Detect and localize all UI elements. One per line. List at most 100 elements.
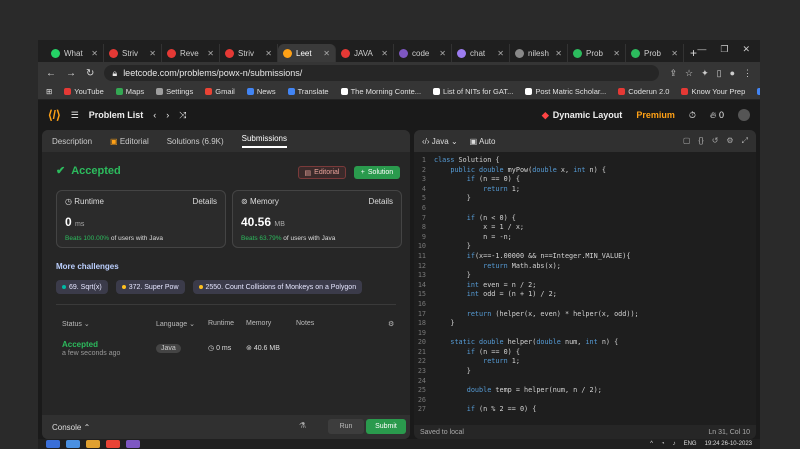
bookmark-item[interactable]: YouTube bbox=[64, 87, 104, 96]
close-tab-icon[interactable]: ✕ bbox=[439, 49, 446, 58]
runtime-card[interactable]: ◷ Runtime Details 0 ms Beats 100.00% of … bbox=[56, 190, 226, 248]
browser-tab[interactable]: Prob ✕ bbox=[626, 44, 684, 62]
reset-icon[interactable]: ↺ bbox=[712, 136, 719, 146]
taskbar-app-icon[interactable] bbox=[86, 440, 100, 448]
maximize-icon[interactable]: ❐ bbox=[720, 44, 728, 55]
close-tab-icon[interactable]: ✕ bbox=[149, 49, 156, 58]
close-tab-icon[interactable]: ✕ bbox=[613, 49, 620, 58]
col-status[interactable]: Status ⌄ bbox=[62, 320, 90, 328]
shuffle-icon[interactable]: ⤨ bbox=[179, 110, 186, 121]
close-tab-icon[interactable]: ✕ bbox=[671, 49, 678, 58]
extensions-icon[interactable]: ✦ bbox=[701, 68, 709, 79]
next-problem-icon[interactable]: › bbox=[166, 110, 169, 120]
bookmark-item[interactable]: Translate bbox=[287, 87, 329, 96]
fire-count[interactable]: 🔥︎ 0 bbox=[710, 110, 724, 121]
col-language[interactable]: Language ⌄ bbox=[156, 320, 195, 328]
console-toggle[interactable]: Console ⌃ bbox=[52, 423, 90, 432]
browser-tab[interactable]: chat ✕ bbox=[452, 44, 510, 62]
share-icon[interactable]: ⇪ bbox=[669, 68, 677, 79]
premium-link[interactable]: Premium bbox=[636, 110, 675, 120]
close-tab-icon[interactable]: ✕ bbox=[323, 49, 330, 58]
taskbar-app-icon[interactable] bbox=[126, 440, 140, 448]
challenge-chip[interactable]: 69. Sqrt(x) bbox=[56, 280, 108, 294]
memory-details-link[interactable]: Details bbox=[369, 197, 393, 206]
browser-tab[interactable]: nilesh ✕ bbox=[510, 44, 568, 62]
problem-list-icon[interactable]: ☰ bbox=[71, 110, 79, 121]
new-tab-icon[interactable]: + bbox=[690, 44, 697, 62]
minimize-icon[interactable]: — bbox=[697, 44, 706, 55]
browser-tab[interactable]: Reve ✕ bbox=[162, 44, 220, 62]
braces-icon[interactable]: {} bbox=[698, 136, 703, 146]
close-tab-icon[interactable]: ✕ bbox=[207, 49, 214, 58]
expand-icon[interactable]: ⤢ bbox=[742, 136, 748, 146]
browser-tab[interactable]: Striv ✕ bbox=[220, 44, 278, 62]
clock[interactable]: 19:24 26-10-2023 bbox=[705, 441, 752, 447]
browser-tab[interactable]: Prob ✕ bbox=[568, 44, 626, 62]
star-icon[interactable]: ☆ bbox=[685, 68, 693, 79]
gear-icon[interactable]: ⚙ bbox=[726, 136, 733, 146]
wifi-icon[interactable]: ◔ bbox=[661, 441, 665, 447]
volume-icon[interactable]: ♪ bbox=[673, 441, 676, 447]
bookmark-item[interactable]: Stream bbox=[757, 87, 760, 96]
menu-icon[interactable]: ⋮ bbox=[743, 68, 752, 79]
challenge-chip[interactable]: 372. Super Pow bbox=[115, 280, 185, 294]
close-tab-icon[interactable]: ✕ bbox=[555, 49, 562, 58]
apps-icon[interactable]: ⊞ bbox=[46, 87, 52, 96]
browser-tab[interactable]: Striv ✕ bbox=[104, 44, 162, 62]
back-icon[interactable]: ← bbox=[46, 68, 56, 79]
bookmark-item[interactable]: Coderun 2.0 bbox=[618, 87, 669, 96]
forward-icon[interactable]: → bbox=[66, 68, 76, 79]
close-tab-icon[interactable]: ✕ bbox=[497, 49, 504, 58]
bookmark-item[interactable]: List of NITs for GAT... bbox=[433, 87, 513, 96]
bookmark-item[interactable]: Gmail bbox=[205, 87, 235, 96]
bookmark-item[interactable]: Know Your Prep bbox=[681, 87, 745, 96]
tab-submissions[interactable]: Submissions bbox=[241, 134, 287, 148]
reload-icon[interactable]: ↻ bbox=[86, 68, 94, 79]
memory-card[interactable]: ⊚ Memory Details 40.56 MB Beats 63.79% o… bbox=[232, 190, 402, 248]
problem-list-link[interactable]: Problem List bbox=[89, 110, 144, 120]
taskbar-app-icon[interactable] bbox=[46, 440, 60, 448]
close-tab-icon[interactable]: ✕ bbox=[381, 49, 388, 58]
tab-editorial[interactable]: ▣ Editorial bbox=[110, 137, 149, 146]
bookmark-item[interactable]: The Morning Conte... bbox=[340, 87, 421, 96]
browser-tab[interactable]: Leet ✕ bbox=[278, 44, 336, 62]
bookmark-icon[interactable]: ▢ bbox=[683, 136, 691, 146]
close-window-icon[interactable]: ✕ bbox=[742, 44, 750, 55]
taskbar-app-icon[interactable] bbox=[66, 440, 80, 448]
language-indicator[interactable]: ENG bbox=[684, 441, 697, 447]
editorial-button[interactable]: ▤ Editorial bbox=[298, 166, 346, 179]
shelf-icon[interactable]: ⚗ bbox=[299, 421, 306, 430]
settings-gear-icon[interactable]: ⚙ bbox=[388, 320, 394, 328]
bookmark-item[interactable]: News bbox=[246, 87, 276, 96]
bookmark-item[interactable]: Post Matric Scholar... bbox=[525, 87, 606, 96]
code-area[interactable]: 1 class Solution {2 public double myPow(d… bbox=[414, 156, 756, 415]
run-button[interactable]: Run bbox=[328, 419, 364, 434]
challenge-chip[interactable]: 2550. Count Collisions of Monkeys on a P… bbox=[192, 280, 363, 294]
browser-tab[interactable]: code ✕ bbox=[394, 44, 452, 62]
memory-title: ⊚ Memory bbox=[241, 197, 279, 206]
sidebar-icon[interactable]: ▯ bbox=[717, 68, 722, 79]
dynamic-layout-button[interactable]: ◆ Dynamic Layout bbox=[542, 110, 622, 121]
leetcode-logo-icon[interactable]: ⟨/⟩ bbox=[48, 108, 61, 122]
browser-tab[interactable]: JAVA ✕ bbox=[336, 44, 394, 62]
solution-button[interactable]: + Solution bbox=[354, 166, 400, 179]
submission-status[interactable]: Accepted a few seconds ago bbox=[62, 340, 120, 357]
taskbar-app-icon[interactable] bbox=[106, 440, 120, 448]
runtime-details-link[interactable]: Details bbox=[193, 197, 217, 206]
tray-chevron-icon[interactable]: ^ bbox=[650, 441, 653, 447]
bookmark-item[interactable]: Maps bbox=[115, 87, 144, 96]
language-select[interactable]: ‹/› Java ⌄ bbox=[422, 137, 458, 146]
url-field[interactable]: 🔒︎ leetcode.com/problems/powx-n/submissi… bbox=[104, 65, 660, 81]
submit-button[interactable]: Submit bbox=[366, 419, 406, 434]
profile-avatar[interactable]: ● bbox=[730, 68, 735, 79]
tab-solutions[interactable]: Solutions (6.9K) bbox=[167, 137, 224, 146]
user-avatar[interactable] bbox=[738, 109, 750, 121]
autocomplete-toggle[interactable]: ▣ Auto bbox=[470, 137, 496, 146]
close-tab-icon[interactable]: ✕ bbox=[265, 49, 272, 58]
bookmark-item[interactable]: Settings bbox=[156, 87, 193, 96]
tab-description[interactable]: Description bbox=[52, 137, 92, 146]
close-tab-icon[interactable]: ✕ bbox=[91, 49, 98, 58]
browser-tab[interactable]: What ✕ bbox=[46, 44, 104, 62]
prev-problem-icon[interactable]: ‹ bbox=[153, 110, 156, 120]
timer-icon[interactable]: ⏱ bbox=[689, 110, 696, 121]
